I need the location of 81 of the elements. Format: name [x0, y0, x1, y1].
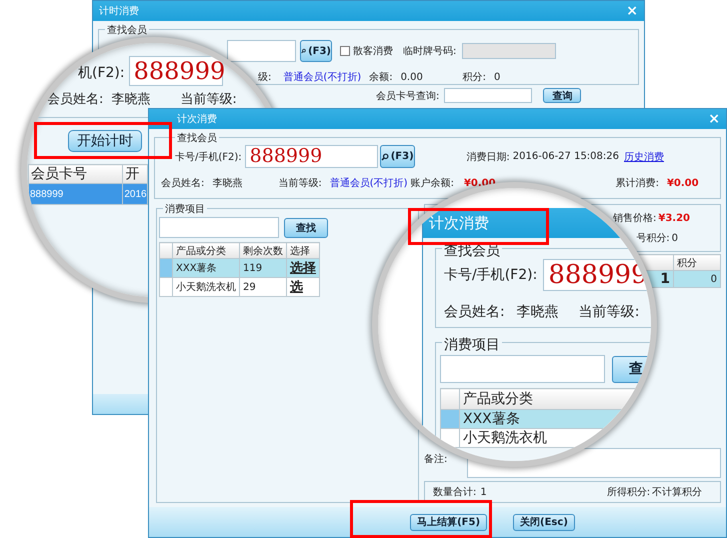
- checkbox-label: 散客消费: [353, 44, 393, 58]
- table-cell: 选: [286, 278, 320, 296]
- card-field[interactable]: 888999: [128, 56, 223, 86]
- card-field[interactable]: [227, 40, 296, 62]
- field-label: 临时牌号码:: [403, 44, 456, 58]
- field-value: 0.00: [400, 72, 424, 82]
- start-timer-button[interactable]: 开始计时: [68, 130, 142, 152]
- field-label: 会员姓名:: [161, 177, 204, 190]
- window-title: 计次消费: [177, 112, 217, 126]
- field-value: ¥0.00: [666, 178, 699, 188]
- row-selector[interactable]: [160, 258, 172, 278]
- field-label: 数量合计:: [433, 486, 476, 499]
- field-label: 当前等级:: [180, 91, 237, 108]
- group-legend: 查找会员: [175, 131, 219, 145]
- field-value: 2016-06-27 15:08:26: [512, 151, 619, 162]
- field-label: 会员姓名:: [444, 303, 505, 321]
- search-button[interactable]: (F3): [380, 145, 415, 168]
- field-label: 会员姓名:: [47, 91, 104, 108]
- field-value: 不计算积分: [652, 486, 702, 499]
- column-header: 产品或分类: [172, 242, 240, 258]
- field-value: 李晓燕: [516, 303, 559, 321]
- column-header: 选择: [286, 242, 320, 258]
- field-label: 账户余额:: [410, 176, 454, 190]
- table-cell: 119: [240, 258, 286, 278]
- table-cell: XXX薯条: [172, 258, 240, 278]
- footer-button[interactable]: 马上结算(F5): [410, 514, 488, 530]
- query-button[interactable]: 查询: [543, 88, 582, 103]
- table-header: [440, 388, 460, 410]
- field-value: 李晓燕: [111, 91, 150, 108]
- table-cell: 29: [240, 278, 286, 296]
- table-cell: 888999: [28, 184, 123, 204]
- group-legend: 消费项目: [163, 202, 207, 216]
- table-cell: 0: [674, 270, 720, 288]
- field-value: 李晓燕: [212, 176, 242, 190]
- group-legend: 消费项目: [442, 336, 502, 354]
- field-label: 备注:: [424, 452, 448, 466]
- field-label: 当前等级:: [578, 303, 640, 321]
- window-title: 计时消费: [99, 4, 139, 18]
- table-row[interactable]: XXX薯条 119 选择: [160, 258, 320, 278]
- table-cell: 小天鹅洗衣机: [172, 278, 240, 296]
- row-selector[interactable]: [160, 278, 172, 296]
- field-value: ¥3.20: [658, 212, 690, 224]
- field-value: 1: [480, 486, 487, 498]
- field-label: 累计消费:: [616, 176, 659, 190]
- history-link[interactable]: 历史消费: [624, 150, 664, 164]
- field-label: 机(F2):: [78, 64, 125, 82]
- field-label: 消费日期:: [466, 150, 510, 164]
- table-cell: 2016: [122, 184, 148, 204]
- field-label: 卡号/手机(F2):: [175, 150, 242, 164]
- column-header: 积分: [674, 254, 720, 270]
- footer-button[interactable]: 关闭(Esc): [513, 514, 575, 530]
- field-label: 销售价格:: [612, 212, 656, 225]
- field-value: 0: [494, 72, 500, 82]
- row-selector[interactable]: [440, 428, 460, 448]
- find-button[interactable]: 查找: [284, 218, 328, 238]
- search-icon: [380, 150, 389, 162]
- card-query-field[interactable]: [444, 88, 532, 103]
- field-label: 号积分:: [636, 232, 670, 245]
- item-search-field[interactable]: [440, 355, 605, 383]
- field-label: 所得积分:: [606, 486, 650, 499]
- column-header: 开: [122, 164, 148, 184]
- card-field[interactable]: 888999: [244, 145, 378, 168]
- field-value: 普通会员(不打折): [330, 176, 408, 190]
- field-label: 级:: [258, 71, 272, 84]
- field-label: 余额:: [369, 70, 393, 84]
- column-header: 剩余次数: [240, 242, 286, 258]
- field-value: 0: [672, 232, 678, 244]
- field-label: 当前等级:: [278, 176, 322, 190]
- field-label: 会员卡号查询:: [376, 90, 440, 102]
- table-row[interactable]: 小天鹅洗衣机 29 选: [160, 278, 320, 296]
- table-cell: 选择: [286, 258, 320, 278]
- field-label: 积分:: [462, 71, 486, 84]
- table-header: [160, 242, 172, 258]
- window-title: 计次消费: [429, 214, 489, 232]
- field-value: 普通会员(不打折): [283, 70, 362, 84]
- item-search-field[interactable]: [159, 217, 279, 238]
- search-button[interactable]: (F3): [300, 40, 332, 62]
- row-selector[interactable]: [440, 410, 460, 428]
- group-legend: 查找会员: [105, 23, 149, 37]
- checkbox[interactable]: [340, 46, 350, 56]
- column-header: 会员卡号: [28, 164, 123, 184]
